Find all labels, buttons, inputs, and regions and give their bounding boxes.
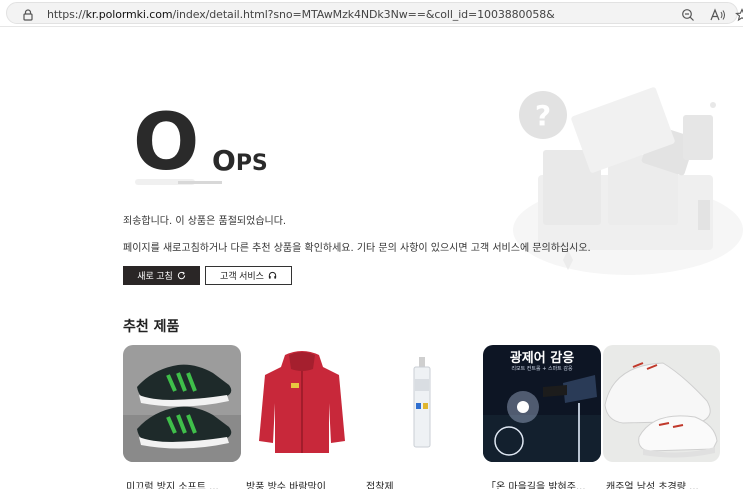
url-path: /index/detail.html?sno=MTAwMzk4NDk3Nw==&… (172, 8, 555, 21)
product-image[interactable] (123, 345, 241, 462)
refresh-button[interactable]: 새로 고침 (123, 266, 200, 285)
product-name[interactable]: 「온 마을길을 밝혀주... (486, 478, 604, 489)
product-card[interactable]: 방풍 방수 바람막이 (243, 345, 361, 489)
product-name[interactable]: 미끄럼 방지 소프트 ... (126, 478, 244, 489)
headset-icon (268, 271, 277, 279)
oops-underline (178, 181, 222, 184)
url-host: kr.polormki.com (85, 8, 173, 21)
product-name[interactable]: 접착제 (366, 478, 484, 489)
product-image[interactable]: 광제어 감응 리모트 컨트롤 + 스마트 감응 (483, 345, 601, 462)
help-message: 페이지를 새로고침하거나 다른 추천 상품을 확인하세요. 기타 문의 사항이 … (123, 243, 591, 254)
recommend-title: 추천 제품 (123, 319, 180, 335)
sneaker-image (123, 345, 241, 462)
customer-service-label: 고객 서비스 (220, 271, 264, 281)
product-image[interactable] (363, 345, 481, 462)
jacket-image (243, 345, 361, 462)
glue-image (363, 345, 481, 462)
oops-ops-first: O (212, 144, 236, 177)
browser-address-bar: https://kr.polormki.com/index/detail.htm… (0, 0, 743, 27)
customer-service-button[interactable]: 고객 서비스 (205, 266, 292, 285)
product-card[interactable]: 광제어 감응 리모트 컨트롤 + 스마트 감응 「온 마을길을 밝혀주... (483, 345, 601, 489)
white-sneaker-image (603, 345, 720, 462)
url-prefix: https:// (47, 8, 86, 21)
product-name[interactable]: 캐주얼 남성 초경량 ... (606, 478, 724, 489)
page-info-icon[interactable] (21, 8, 35, 22)
read-aloud-icon[interactable] (710, 8, 726, 22)
oops-big-letter: O (133, 98, 199, 188)
oops-word: OPS (212, 147, 268, 175)
favorite-star-icon[interactable] (735, 8, 743, 22)
oops-ops-rest: PS (235, 151, 268, 176)
product-card[interactable]: 캐주얼 남성 초경량 ... (603, 345, 721, 489)
url-field[interactable]: https://kr.polormki.com/index/detail.htm… (6, 2, 743, 24)
url-text[interactable]: https://kr.polormki.com/index/detail.htm… (47, 8, 555, 21)
product-card[interactable]: 미끄럼 방지 소프트 ... (123, 345, 241, 489)
sold-out-message: 죄송합니다. 이 상품은 품절되었습니다. (123, 216, 287, 227)
product-banner-subtitle: 리모트 컨트롤 + 스마트 감응 (511, 366, 573, 372)
refresh-button-label: 새로 고침 (137, 271, 173, 281)
zoom-out-icon[interactable] (681, 8, 695, 22)
product-image[interactable] (243, 345, 361, 462)
svg-text:?: ? (535, 99, 551, 132)
product-banner-title: 광제어 감응 (509, 351, 575, 366)
product-image[interactable] (603, 345, 720, 462)
product-card[interactable]: 접착제 (363, 345, 481, 489)
product-name[interactable]: 방풍 방수 바람막이 (246, 478, 364, 489)
refresh-icon (177, 271, 185, 280)
